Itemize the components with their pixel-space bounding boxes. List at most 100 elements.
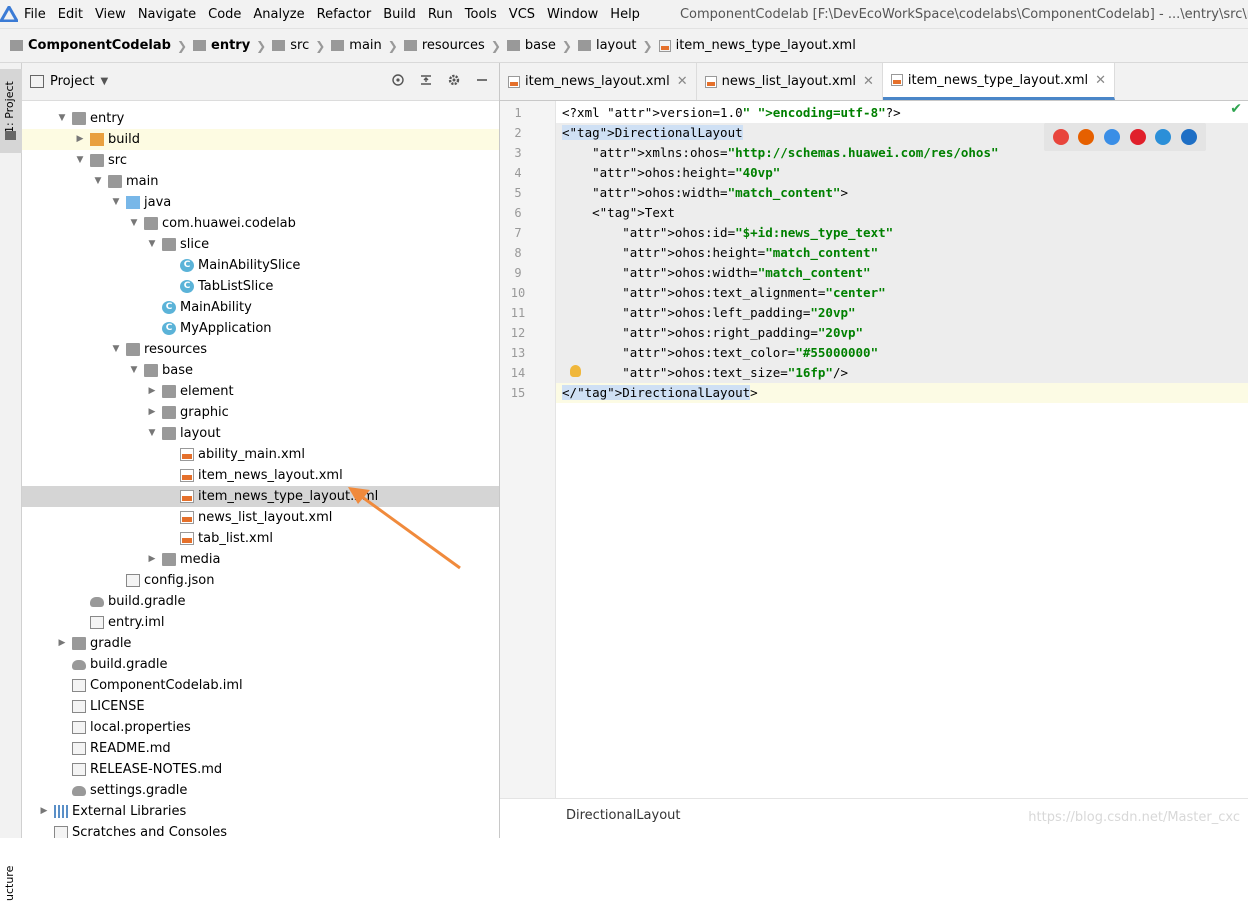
tab-item-news-type-layout[interactable]: item_news_type_layout.xml ✕ [882, 63, 1116, 100]
menu-refactor[interactable]: Refactor [311, 0, 378, 28]
tree-row-java[interactable]: ▼ java [22, 192, 499, 213]
tree-row-build-gradle[interactable]: build.gradle [22, 591, 499, 612]
tree-row-build-gradle[interactable]: build.gradle [22, 654, 499, 675]
code-line[interactable]: "attr">ohos:id="$+id:news_type_text" [556, 223, 1248, 243]
breadcrumb-item-base[interactable]: base ❯ [506, 38, 578, 53]
chevron-down-icon[interactable]: ▼ [128, 360, 140, 381]
code-editor[interactable]: <?xml "attr">version=1.0" ">encoding=utf… [556, 101, 1248, 798]
tree-row-local-properties[interactable]: local.properties [22, 717, 499, 738]
tree-row-src[interactable]: ▼ src [22, 150, 499, 171]
tree-row-myapplication[interactable]: C MyApplication [22, 318, 499, 339]
menu-edit[interactable]: Edit [52, 0, 89, 28]
chevron-right-icon[interactable]: ▶ [146, 549, 158, 570]
breadcrumb-item-main[interactable]: main ❯ [331, 38, 404, 53]
breadcrumb-item-entry[interactable]: entry ❯ [193, 38, 272, 53]
menu-navigate[interactable]: Navigate [132, 0, 202, 28]
menu-file[interactable]: File [18, 0, 52, 28]
chevron-right-icon[interactable]: ▶ [146, 381, 158, 402]
chevron-down-icon[interactable]: ▼ [56, 108, 68, 129]
tree-row-ability-main-xml[interactable]: ability_main.xml [22, 444, 499, 465]
code-line[interactable]: "attr">ohos:text_color="#55000000" [556, 343, 1248, 363]
code-line[interactable]: "attr">ohos:text_size="16fp"/> [556, 363, 1248, 383]
tree-row-scratches-and-consoles[interactable]: Scratches and Consoles [22, 822, 499, 838]
code-line[interactable]: "attr">ohos:text_alignment="center" [556, 283, 1248, 303]
code-line[interactable]: </"tag">DirectionalLayout> [556, 383, 1248, 403]
tree-row-release-notes-md[interactable]: RELEASE-NOTES.md [22, 759, 499, 780]
chevron-down-icon[interactable]: ▼ [146, 234, 158, 255]
tree-row-settings-gradle[interactable]: settings.gradle [22, 780, 499, 801]
breadcrumb-item-file[interactable]: item_news_type_layout.xml [658, 38, 856, 53]
menu-code[interactable]: Code [202, 0, 247, 28]
firefox-icon[interactable] [1078, 129, 1095, 145]
tree-row-readme-md[interactable]: README.md [22, 738, 499, 759]
project-view-selector[interactable]: Project [50, 74, 94, 89]
code-line[interactable]: "attr">ohos:height="40vp" [556, 163, 1248, 183]
menu-view[interactable]: View [89, 0, 132, 28]
breadcrumb-item-src[interactable]: src ❯ [272, 38, 331, 53]
chevron-down-icon[interactable]: ▼ [110, 192, 122, 213]
tree-row-mainability[interactable]: C MainAbility [22, 297, 499, 318]
dropdown-arrow-icon[interactable]: ▼ [100, 76, 108, 87]
menu-analyze[interactable]: Analyze [247, 0, 310, 28]
tree-row-gradle[interactable]: ▶ gradle [22, 633, 499, 654]
tree-row-mainabilityslice[interactable]: C MainAbilitySlice [22, 255, 499, 276]
tool-tab-structure-label[interactable]: ucture [3, 866, 16, 901]
close-icon[interactable]: ✕ [863, 74, 874, 89]
menu-vcs[interactable]: VCS [503, 0, 541, 28]
close-icon[interactable]: ✕ [1095, 73, 1106, 88]
deveco-logo-icon[interactable] [0, 0, 18, 28]
tree-row-com-huawei-codelab[interactable]: ▼ com.huawei.codelab [22, 213, 499, 234]
tree-row-base[interactable]: ▼ base [22, 360, 499, 381]
tree-row-build[interactable]: ▶ build [22, 129, 499, 150]
tree-row-resources[interactable]: ▼ resources [22, 339, 499, 360]
chevron-down-icon[interactable]: ▼ [128, 213, 140, 234]
code-line[interactable]: <?xml "attr">version=1.0" ">encoding=utf… [556, 103, 1248, 123]
locate-target-icon[interactable] [391, 73, 405, 87]
menu-run[interactable]: Run [422, 0, 459, 28]
menu-window[interactable]: Window [541, 0, 604, 28]
minimize-icon[interactable] [475, 73, 489, 87]
breadcrumb-item-project[interactable]: ComponentCodelab ❯ [10, 38, 193, 53]
code-line[interactable]: "attr">ohos:height="match_content" [556, 243, 1248, 263]
chevron-right-icon[interactable]: ▶ [38, 801, 50, 822]
menu-help[interactable]: Help [604, 0, 646, 28]
tree-row-tablistslice[interactable]: C TabListSlice [22, 276, 499, 297]
tree-row-graphic[interactable]: ▶ graphic [22, 402, 499, 423]
structure-breadcrumb[interactable]: DirectionalLayout [566, 808, 681, 823]
safari-icon[interactable] [1104, 129, 1121, 145]
code-line[interactable]: "attr">ohos:width="match_content"> [556, 183, 1248, 203]
chevron-down-icon[interactable]: ▼ [92, 171, 104, 192]
chevron-down-icon[interactable]: ▼ [146, 423, 158, 444]
tree-row-element[interactable]: ▶ element [22, 381, 499, 402]
tree-row-entry-iml[interactable]: entry.iml [22, 612, 499, 633]
tree-row-componentcodelab-iml[interactable]: ComponentCodelab.iml [22, 675, 499, 696]
tab-news-list-layout[interactable]: news_list_layout.xml ✕ [697, 63, 883, 100]
tree-row-layout[interactable]: ▼ layout [22, 423, 499, 444]
edge-icon[interactable] [1181, 129, 1198, 145]
menu-tools[interactable]: Tools [459, 0, 503, 28]
breadcrumb-item-resources[interactable]: resources ❯ [403, 38, 507, 53]
tree-row-entry[interactable]: ▼ entry [22, 108, 499, 129]
tree-row[interactable] [22, 101, 499, 108]
chrome-icon[interactable] [1052, 129, 1069, 145]
ie-icon[interactable] [1155, 129, 1172, 145]
gear-icon[interactable] [447, 73, 461, 87]
tree-row-external-libraries[interactable]: ▶ External Libraries [22, 801, 499, 822]
code-line[interactable]: "attr">ohos:left_padding="20vp" [556, 303, 1248, 323]
tree-row-license[interactable]: LICENSE [22, 696, 499, 717]
chevron-right-icon[interactable]: ▶ [146, 402, 158, 423]
code-line[interactable]: "attr">ohos:width="match_content" [556, 263, 1248, 283]
breadcrumb-item-layout[interactable]: layout ❯ [577, 38, 659, 53]
lightbulb-icon[interactable] [570, 365, 581, 377]
opera-icon[interactable] [1129, 129, 1146, 145]
code-line[interactable]: "attr">ohos:right_padding="20vp" [556, 323, 1248, 343]
tab-item-news-layout[interactable]: item_news_layout.xml ✕ [500, 63, 697, 100]
chevron-right-icon[interactable]: ▶ [74, 129, 86, 150]
chevron-down-icon[interactable]: ▼ [74, 150, 86, 171]
menu-build[interactable]: Build [377, 0, 422, 28]
collapse-all-icon[interactable] [419, 73, 433, 87]
chevron-down-icon[interactable]: ▼ [110, 339, 122, 360]
tree-row-slice[interactable]: ▼ slice [22, 234, 499, 255]
inspection-ok-icon[interactable]: ✔ [1230, 101, 1242, 117]
chevron-right-icon[interactable]: ▶ [56, 633, 68, 654]
